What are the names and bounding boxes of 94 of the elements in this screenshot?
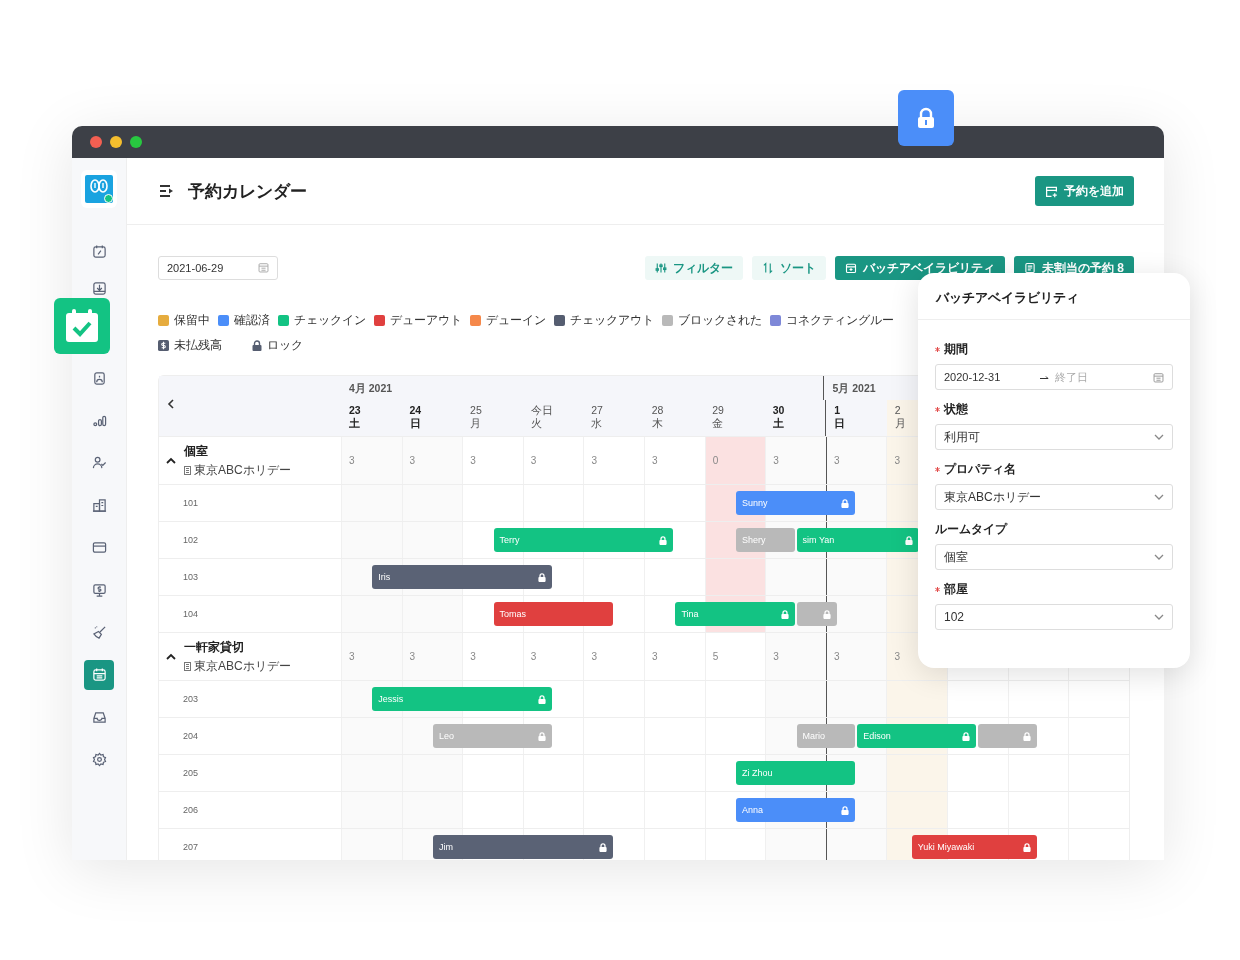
room-number: 203 [183,694,199,704]
booking-bar[interactable]: Sunny [736,491,856,515]
legend-label: 保留中 [174,312,210,329]
select-field[interactable]: 利用可 [935,424,1173,450]
availability-cell: 3 [765,633,826,680]
booking-bar[interactable]: Jessis [372,687,553,711]
availability-cell: 3 [765,437,826,484]
day-number: 25 [470,404,483,417]
room-type-name: 個室 [184,442,209,460]
select-field[interactable]: 102 [935,604,1173,630]
availability-cell: 3 [462,633,523,680]
legend-label: ロック [267,337,303,354]
weekday-label: 土 [772,417,785,430]
field-label: 部屋 [944,582,968,597]
field-label: 期間 [944,342,968,357]
day-number: 30 [772,404,786,417]
availability-cell: 0 [704,437,766,484]
availability-cell: 3 [644,437,705,484]
room-number: 205 [183,768,199,778]
legend-label: デューアウト [390,312,462,329]
start-date-input[interactable]: 2020-12-31 [944,371,1034,383]
weekday-label: 月 [894,417,907,430]
toolbar-button[interactable]: ソート [752,256,826,280]
availability-cell: 3 [341,437,402,484]
room-number: 206 [183,805,199,815]
availability-cell: 3 [825,437,887,484]
availability-cell: 3 [522,437,584,484]
weekday-label: 土 [349,417,361,430]
weekday-label: 火 [530,417,543,430]
booking-bar[interactable]: Tomas [493,602,613,626]
day-number: 2 [894,404,902,417]
legend-label: チェックイン [294,312,366,329]
availability-cell: 3 [644,633,705,680]
room-number: 102 [183,535,199,545]
weekday-label: 日 [834,417,847,430]
month-label: 5月 2021 [832,382,876,394]
day-number: 27 [591,404,604,417]
day-number: 1 [834,404,842,417]
panel-title: バッチアベイラビリティ [918,273,1190,320]
booking-bar[interactable]: Tina [675,602,795,626]
end-date-input[interactable]: 終了日 [1055,371,1135,383]
legend-label: デューイン [486,312,546,329]
select-field[interactable]: 東京ABCホリデー [935,484,1173,510]
booking-bar[interactable]: Iris [372,565,553,589]
booking-bar[interactable]: Terry [493,528,674,552]
day-number: 今日 [530,404,554,417]
legend-label: チェックアウト [570,312,654,329]
weekday-label: 金 [712,417,725,430]
day-number: 29 [712,404,725,417]
legend-label: 確認済 [234,312,270,329]
availability-cell: 3 [583,437,645,484]
date-field[interactable]: 2021-06-29 [158,256,278,280]
weekday-label: 水 [591,417,604,430]
room-number: 103 [183,572,199,582]
availability-cell: 3 [825,633,887,680]
property-name: 東京ABCホリデー [194,461,291,479]
day-number: 28 [651,404,665,417]
day-number: 24 [409,404,423,417]
booking-bar[interactable]: Edison [857,724,977,748]
booking-bar[interactable]: Zi Zhou [736,761,856,785]
month-label: 4月 2021 [349,382,393,394]
booking-bar[interactable]: Shery [736,528,795,552]
weekday-label: 日 [409,417,422,430]
availability-cell: 3 [401,437,463,484]
booking-bar[interactable]: sim Yan [796,528,919,552]
legend-label: ブロックされた [678,312,762,329]
day-number: 23 [349,404,362,417]
toolbar-button[interactable]: フィルター [645,256,743,280]
booking-bar[interactable]: Yuki Miyawaki [911,835,1038,859]
room-number: 101 [183,498,199,508]
room-number: 204 [183,731,199,741]
booking-bar[interactable]: Leo [432,724,553,748]
availability-cell: 3 [341,633,402,680]
booking-bar[interactable]: Mario [796,724,856,748]
booking-bar[interactable]: Anna [736,798,856,822]
weekday-label: 木 [651,417,664,430]
weekday-label: 月 [470,417,483,430]
availability-cell: 3 [583,633,645,680]
date-range-field[interactable]: 2020-12-31 終了日 [935,364,1173,390]
room-number: 207 [183,842,199,852]
select-field[interactable]: 個室 [935,544,1173,570]
availability-cell: 3 [401,633,463,680]
room-number: 104 [183,609,199,619]
legend-label: コネクティングルー [786,312,894,329]
page-title: 予約カレンダー [188,180,308,203]
property-name: 東京ABCホリデー [194,657,291,675]
add-booking-button[interactable]: 予約を追加 [1035,176,1134,206]
room-type-name: 一軒家貸切 [184,638,245,656]
booking-bar[interactable]: Jim [432,835,613,859]
legend-label: 未払残高 [174,337,222,354]
field-label: ルームタイプ [935,522,1007,537]
availability-cell: 3 [462,437,523,484]
availability-cell: 3 [522,633,584,680]
field-label: 状態 [944,402,968,417]
